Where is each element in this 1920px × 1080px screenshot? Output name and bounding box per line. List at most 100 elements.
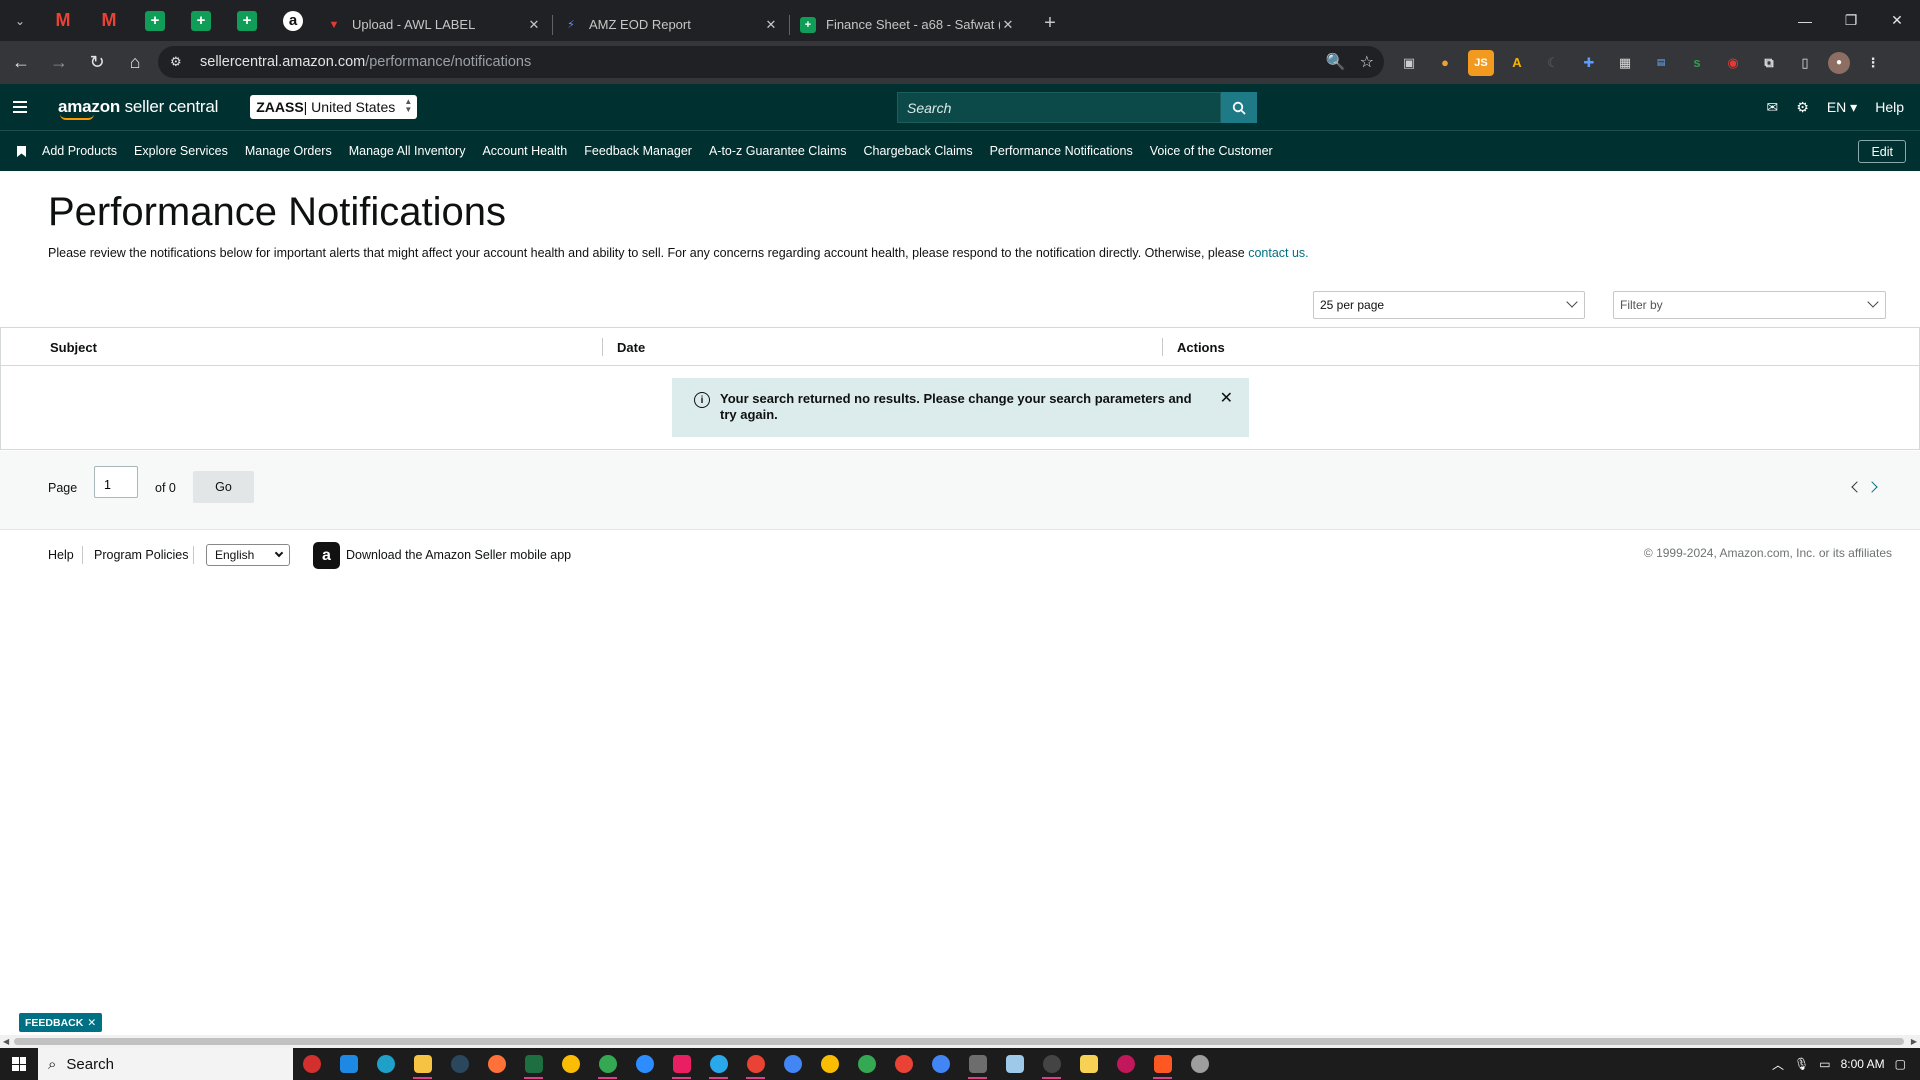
page-number-input[interactable]	[94, 466, 138, 498]
pinned-tab-gmail-2[interactable]: M	[86, 0, 132, 41]
battery-icon[interactable]: ▭	[1819, 1057, 1830, 1071]
home-button[interactable]: ⌂	[118, 46, 152, 80]
search-button[interactable]	[1221, 92, 1257, 123]
nav-manage-all-inventory[interactable]: Manage All Inventory	[349, 144, 466, 158]
taskbar-app-12[interactable]	[700, 1048, 737, 1080]
taskbar-app-22[interactable]	[1070, 1048, 1107, 1080]
reload-button[interactable]: ↻	[80, 46, 114, 80]
nav-voice-of-customer[interactable]: Voice of the Customer	[1150, 144, 1273, 158]
footer-help-link[interactable]: Help	[48, 548, 74, 562]
tab-close-icon[interactable]: ✕	[1000, 17, 1016, 33]
profile-avatar[interactable]: ●	[1828, 51, 1850, 74]
start-button[interactable]	[0, 1057, 38, 1071]
taskbar-app-10[interactable]	[626, 1048, 663, 1080]
mail-icon[interactable]: ✉	[1767, 99, 1779, 116]
scrollbar-thumb[interactable]	[14, 1038, 1904, 1045]
address-bar[interactable]: ⚙ sellercentral.amazon.com/performance/n…	[158, 46, 1384, 78]
taskbar-app-2[interactable]	[330, 1048, 367, 1080]
feedback-close-icon[interactable]: ✕	[87, 1017, 96, 1029]
tab-amz-eod-report[interactable]: ⚡ AMZ EOD Report ✕	[553, 8, 789, 41]
pinned-tab-sheets-2[interactable]: +	[178, 0, 224, 41]
tab-close-icon[interactable]: ✕	[526, 17, 542, 33]
taskbar-app-20[interactable]	[996, 1048, 1033, 1080]
nav-chargeback-claims[interactable]: Chargeback Claims	[864, 144, 973, 158]
taskbar-app-21[interactable]	[1033, 1048, 1070, 1080]
site-info-icon[interactable]: ⚙	[170, 54, 192, 70]
tab-search-chevron-icon[interactable]: ⌄	[0, 0, 40, 41]
extension-off-icon[interactable]: ▣	[1396, 50, 1422, 76]
contact-us-link[interactable]: contact us.	[1248, 246, 1308, 260]
extensions-puzzle-icon[interactable]: ⧉	[1756, 50, 1782, 76]
new-tab-button[interactable]: +	[1034, 8, 1066, 40]
taskbar-app-14[interactable]	[774, 1048, 811, 1080]
store-picker[interactable]: ZAASS | United States ▲ ▼	[250, 95, 418, 119]
extension-puzzle-blue-icon[interactable]: ✚	[1576, 50, 1602, 76]
per-page-select[interactable]: 25 per page	[1313, 291, 1585, 319]
taskbar-app-5[interactable]	[441, 1048, 478, 1080]
filter-select[interactable]: Filter by	[1613, 291, 1886, 319]
pinned-tab-amazon[interactable]: a	[270, 0, 316, 41]
extension-grid-icon[interactable]: ▤	[1648, 50, 1674, 76]
browser-menu-icon[interactable]: ⋮	[1860, 50, 1886, 76]
extension-translate-icon[interactable]: A	[1504, 50, 1530, 76]
amazon-app-icon[interactable]: a	[313, 542, 340, 569]
taskbar-app-6[interactable]	[478, 1048, 515, 1080]
restore-button[interactable]: ❐	[1828, 0, 1874, 41]
tab-finance-sheet[interactable]: + Finance Sheet - a68 - Safwat (S... ✕	[790, 8, 1026, 41]
taskbar-app-13[interactable]	[737, 1048, 774, 1080]
tray-chevron-up-icon[interactable]: ︿	[1772, 1056, 1784, 1073]
forward-button[interactable]: →	[42, 46, 76, 80]
taskbar-app-7[interactable]	[515, 1048, 552, 1080]
search-input[interactable]	[897, 92, 1221, 123]
taskbar-app-8[interactable]	[552, 1048, 589, 1080]
extension-js-icon[interactable]: JS	[1468, 49, 1494, 76]
alert-close-icon[interactable]: ✕	[1220, 391, 1233, 407]
side-panel-icon[interactable]: ▯	[1792, 50, 1818, 76]
taskbar-app-11[interactable]	[663, 1048, 700, 1080]
pinned-tab-sheets-3[interactable]: +	[224, 0, 270, 41]
extension-red-icon[interactable]: ◉	[1720, 50, 1746, 76]
hamburger-menu-icon[interactable]	[0, 84, 40, 130]
feedback-button[interactable]: FEEDBACK ✕	[19, 1013, 103, 1032]
extension-circle-icon[interactable]: ●	[1432, 50, 1458, 76]
taskbar-app-16[interactable]	[848, 1048, 885, 1080]
taskbar-app-4[interactable]	[404, 1048, 441, 1080]
nav-feedback-manager[interactable]: Feedback Manager	[584, 144, 692, 158]
taskbar-clock[interactable]: 8:00 AM	[1841, 1057, 1885, 1071]
taskbar-app-15[interactable]	[811, 1048, 848, 1080]
nav-account-health[interactable]: Account Health	[482, 144, 567, 158]
extension-photo-icon[interactable]: ▦	[1612, 50, 1638, 76]
go-button[interactable]: Go	[193, 471, 254, 503]
close-window-button[interactable]: ✕	[1874, 0, 1920, 41]
taskbar-app-19[interactable]	[959, 1048, 996, 1080]
tab-close-icon[interactable]: ✕	[763, 17, 779, 33]
pinned-tab-gmail-1[interactable]: M	[40, 0, 86, 41]
previous-page-icon[interactable]	[1851, 481, 1863, 493]
taskbar-app-17[interactable]	[885, 1048, 922, 1080]
horizontal-scrollbar[interactable]: ◀ ▶	[0, 1035, 1920, 1048]
taskbar-app-1[interactable]	[293, 1048, 330, 1080]
nav-a-to-z-claims[interactable]: A-to-z Guarantee Claims	[709, 144, 847, 158]
microphone-icon[interactable]: 🎙	[1794, 1057, 1809, 1071]
taskbar-app-25[interactable]	[1181, 1048, 1218, 1080]
language-selector[interactable]: EN ▾	[1827, 99, 1857, 116]
nav-performance-notifications[interactable]: Performance Notifications	[990, 144, 1133, 158]
tab-upload-awl-label[interactable]: ▼ Upload - AWL LABEL ✕	[316, 8, 552, 41]
column-subject[interactable]: Subject	[50, 340, 97, 355]
taskbar-search[interactable]: ⌕ Search	[38, 1048, 293, 1080]
minimize-button[interactable]: —	[1782, 0, 1828, 41]
zoom-icon[interactable]: 🔍	[1326, 52, 1346, 72]
nav-explore-services[interactable]: Explore Services	[134, 144, 228, 158]
pinned-tab-sheets-1[interactable]: +	[132, 0, 178, 41]
bookmark-star-icon[interactable]: ☆	[1360, 52, 1374, 72]
extension-moon-icon[interactable]: ☾	[1540, 50, 1566, 76]
settings-gear-icon[interactable]: ⚙	[1796, 99, 1809, 116]
seller-central-logo[interactable]: amazon seller central	[58, 97, 218, 120]
taskbar-app-9[interactable]	[589, 1048, 626, 1080]
next-page-icon[interactable]	[1866, 481, 1878, 493]
download-app-link[interactable]: Download the Amazon Seller mobile app	[346, 548, 571, 562]
back-button[interactable]: ←	[4, 46, 38, 80]
taskbar-app-3[interactable]	[367, 1048, 404, 1080]
notification-icon[interactable]: ▢	[1895, 1057, 1906, 1071]
nav-manage-orders[interactable]: Manage Orders	[245, 144, 332, 158]
